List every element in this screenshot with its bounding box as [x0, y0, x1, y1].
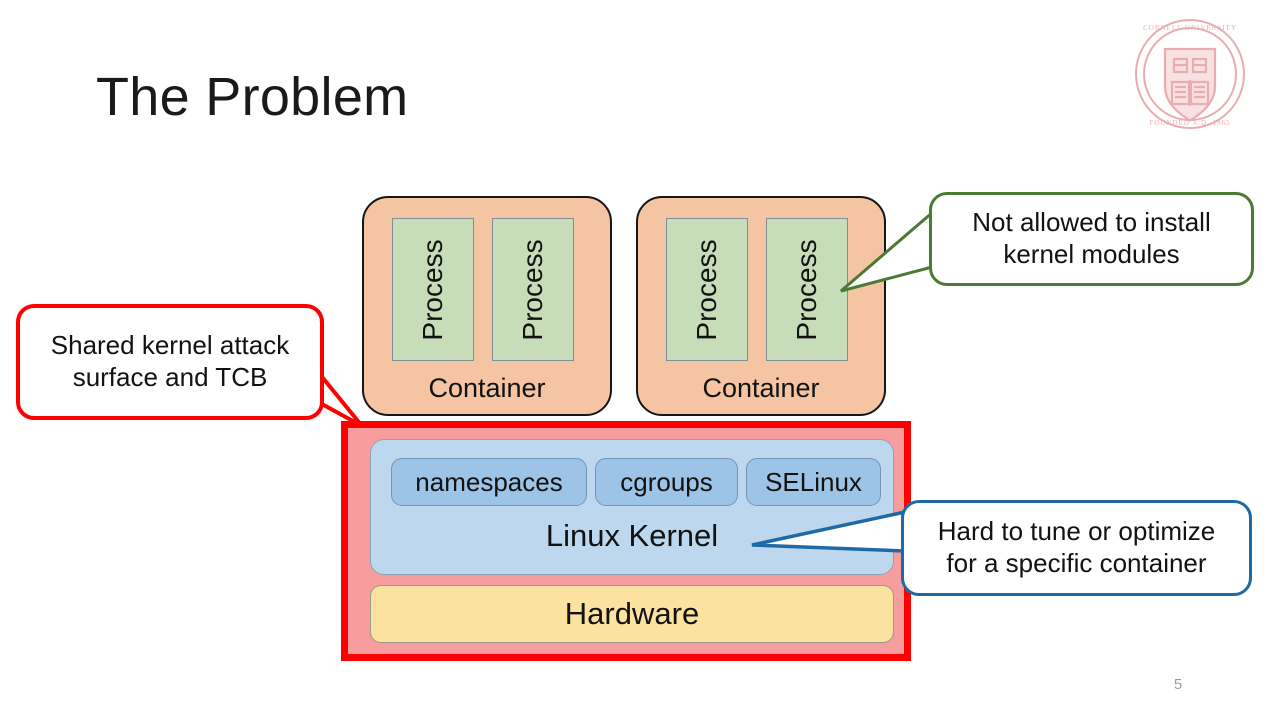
hardware-box: Hardware — [370, 585, 894, 643]
process-label: Process — [417, 238, 448, 341]
process-box-1-1: Process — [392, 218, 474, 361]
container-box-2: Process Process Container — [636, 196, 886, 416]
callout-blue-line1: Hard to tune or optimize — [937, 516, 1216, 547]
process-box-1-2: Process — [492, 218, 574, 361]
svg-text:CORNELL UNIVERSITY: CORNELL UNIVERSITY — [1143, 24, 1237, 32]
kernel-feature-selinux: SELinux — [746, 458, 881, 506]
kernel-feature-namespaces: namespaces — [391, 458, 587, 506]
process-box-2-2: Process — [766, 218, 848, 361]
svg-text:FOUNDED A.D. 1865: FOUNDED A.D. 1865 — [1149, 119, 1230, 127]
callout-hard-to-tune-optimize: Hard to tune or optimize for a specific … — [901, 500, 1252, 596]
container-label-1: Container — [428, 373, 546, 403]
container-label-2: Container — [702, 373, 820, 403]
callout-green-text: Not allowed to install kernel modules — [958, 207, 1224, 270]
callout-green-line1: Not allowed to install — [972, 207, 1211, 238]
page-title: The Problem — [96, 67, 409, 127]
callout-blue-text: Hard to tune or optimize for a specific … — [924, 516, 1229, 579]
linux-kernel-label: Linux Kernel — [545, 518, 719, 553]
callout-shared-kernel-attack-surface: Shared kernel attack surface and TCB — [16, 304, 324, 420]
process-label: Process — [691, 238, 722, 341]
slide-canvas: The Problem CORNELL UNIVERSITY FOUNDED A… — [0, 0, 1277, 719]
callout-red-text: Shared kernel attack surface and TCB — [37, 330, 303, 393]
cornell-university-seal-logo: CORNELL UNIVERSITY FOUNDED A.D. 1865 — [1134, 18, 1246, 130]
shared-kernel-highlight-box: namespaces cgroups SELinux Linux Kernel … — [341, 421, 911, 661]
page-number: 5 — [1173, 676, 1183, 693]
callout-not-allowed-kernel-modules: Not allowed to install kernel modules — [929, 192, 1254, 286]
callout-red-line2: surface and TCB — [72, 362, 268, 392]
process-box-2-1: Process — [666, 218, 748, 361]
linux-kernel-box: namespaces cgroups SELinux Linux Kernel — [370, 439, 894, 575]
process-label: Process — [791, 238, 822, 341]
process-label: Process — [517, 238, 548, 341]
kernel-feature-cgroups: cgroups — [595, 458, 738, 506]
callout-green-line2: kernel modules — [1003, 239, 1180, 269]
callout-red-line1: Shared kernel attack — [50, 330, 290, 361]
callout-blue-line2: for a specific container — [946, 548, 1207, 578]
container-box-1: Process Process Container — [362, 196, 612, 416]
